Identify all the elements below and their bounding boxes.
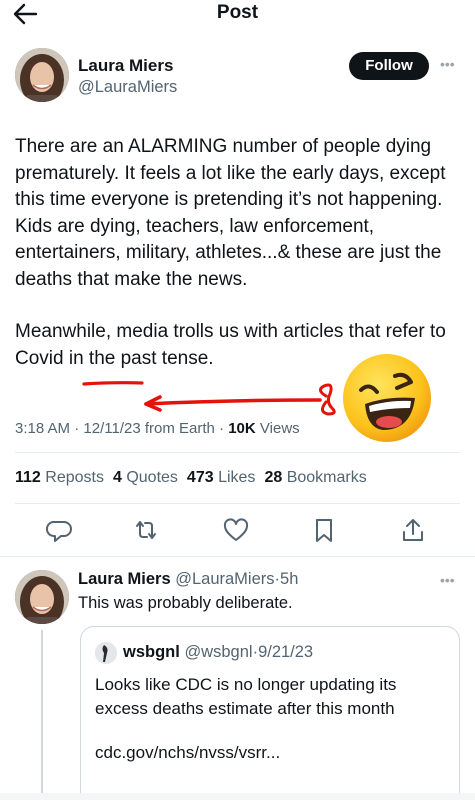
quote-header: wsbgnl @wsbgnl·9/21/23 xyxy=(123,643,314,661)
divider xyxy=(0,556,475,557)
quote-text: Looks like CDC is no longer updating its… xyxy=(95,675,397,718)
author-name[interactable]: Laura Miers xyxy=(78,56,173,76)
top-bar: Post xyxy=(0,0,475,30)
avatar[interactable] xyxy=(15,48,69,102)
post-paragraph-2-prefix: Meanwhile, media trolls us with articles… xyxy=(15,321,446,342)
post-paragraph-1: There are an ALARMING number of people d… xyxy=(15,136,446,290)
reply-author-name[interactable]: Laura Miers xyxy=(78,570,171,588)
likes-stat[interactable]: 473 Likes xyxy=(187,469,256,487)
reply-time: 5h xyxy=(280,570,299,588)
more-horizontal-icon[interactable]: ••• xyxy=(440,572,455,588)
divider xyxy=(15,452,460,453)
post-date: 12/11/23 xyxy=(83,420,141,437)
follow-button[interactable]: Follow xyxy=(349,52,429,80)
divider xyxy=(15,503,460,504)
views-label: Views xyxy=(259,420,300,437)
reply-avatar[interactable] xyxy=(15,570,69,624)
author-handle[interactable]: @LauraMiers xyxy=(78,78,177,97)
action-bar xyxy=(0,514,475,546)
quoted-post-card[interactable]: wsbgnl @wsbgnl·9/21/23 Looks like CDC is… xyxy=(80,626,460,800)
bookmarks-stat[interactable]: 28 Bookmarks xyxy=(264,469,366,487)
post-meta: 3:18 AM · 12/11/23 from Earth · 10K View… xyxy=(15,420,300,437)
post-time: 3:18 AM xyxy=(15,420,71,437)
highlighted-word: Covid xyxy=(15,347,64,369)
post-text: There are an ALARMING number of people d… xyxy=(15,134,465,398)
quotes-stat[interactable]: 4 Quotes xyxy=(113,469,178,487)
views-count: 10K xyxy=(228,420,256,437)
quote-author-handle: @wsbgnl xyxy=(184,643,253,661)
post-source: from Earth xyxy=(144,420,215,437)
thread-line xyxy=(41,630,43,800)
page-title: Post xyxy=(216,2,259,23)
quote-date: 9/21/23 xyxy=(258,643,314,661)
reply-icon[interactable] xyxy=(44,514,76,546)
post-stats: 112 Reposts 4 Quotes 473 Likes 28 Bookma… xyxy=(15,469,367,487)
reply-header[interactable]: Laura Miers @LauraMiers·5h xyxy=(78,570,298,589)
quote-link[interactable]: cdc.gov/nchs/nvss/vsrr... xyxy=(95,743,280,763)
reposts-stat[interactable]: 112 Reposts xyxy=(15,469,104,487)
post-paragraph-2: Meanwhile, media trolls us with articles… xyxy=(15,319,465,372)
like-icon[interactable] xyxy=(220,514,252,546)
quote-avatar xyxy=(95,642,117,664)
repost-icon[interactable] xyxy=(130,514,162,546)
share-icon[interactable] xyxy=(397,514,429,546)
post-paragraph-2-suffix: in the past tense. xyxy=(63,347,214,369)
bottom-bar xyxy=(0,793,475,800)
quote-author-name: wsbgnl xyxy=(123,643,180,661)
reply-author-handle[interactable]: @LauraMiers xyxy=(175,570,274,588)
reply-text: This was probably deliberate. xyxy=(78,594,293,612)
bookmark-icon[interactable] xyxy=(308,514,340,546)
more-horizontal-icon[interactable]: ••• xyxy=(440,56,455,72)
